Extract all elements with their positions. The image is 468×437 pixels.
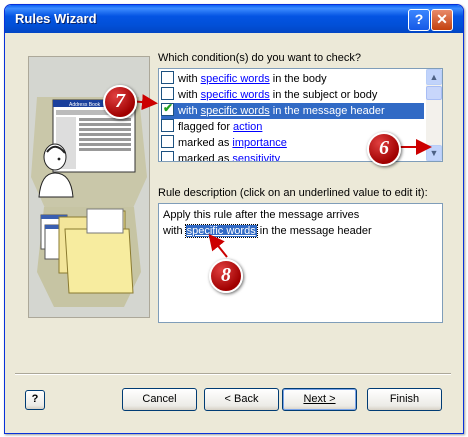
- condition-checkbox[interactable]: [161, 87, 174, 100]
- scroll-down-arrow-icon[interactable]: ▼: [426, 145, 442, 161]
- condition-row-selected[interactable]: ✔ with specific words in the message head…: [161, 101, 424, 119]
- condition-link[interactable]: sensitivity: [232, 153, 280, 161]
- condition-link[interactable]: action: [233, 121, 262, 133]
- window-title: Rules Wizard: [15, 11, 97, 26]
- condition-link[interactable]: importance: [232, 137, 286, 149]
- rule-description-box: Apply this rule after the message arrive…: [158, 203, 443, 323]
- condition-row[interactable]: with specific words in the subject or bo…: [161, 87, 424, 103]
- condition-row[interactable]: with specific words in the body: [161, 71, 424, 87]
- finish-button[interactable]: Finish: [367, 388, 442, 411]
- cancel-button[interactable]: Cancel: [122, 388, 197, 411]
- back-button[interactable]: < Back: [204, 388, 279, 411]
- condition-link[interactable]: specific words: [201, 73, 270, 85]
- condition-checkbox-checked[interactable]: ✔: [161, 101, 174, 116]
- title-help-button[interactable]: ?: [408, 9, 430, 31]
- description-link-selected[interactable]: specific words: [184, 224, 258, 238]
- condition-checkbox[interactable]: [161, 71, 174, 84]
- condition-checkbox[interactable]: [161, 119, 174, 132]
- scroll-thumb[interactable]: [426, 86, 442, 100]
- callout-badge-7: 7: [103, 85, 137, 119]
- callout-badge-8: 8: [209, 259, 243, 293]
- next-button[interactable]: Next >: [282, 388, 357, 411]
- condition-checkbox[interactable]: [161, 151, 174, 161]
- rules-wizard-dialog: Rules Wizard ? ✕ Address Book Which cond…: [4, 4, 464, 434]
- callout-badge-6: 6: [367, 132, 401, 166]
- footer-separator: [15, 373, 451, 375]
- description-line: Apply this rule after the message arrive…: [163, 209, 360, 221]
- scroll-up-arrow-icon[interactable]: ▲: [426, 69, 442, 85]
- close-button[interactable]: ✕: [431, 9, 453, 31]
- condition-link[interactable]: specific words: [201, 89, 270, 101]
- title-bar: Rules Wizard ? ✕: [5, 5, 463, 33]
- rule-description-label: Rule description (click on an underlined…: [158, 187, 428, 199]
- condition-link[interactable]: specific words: [201, 105, 270, 117]
- description-line: with specific words in the message heade…: [163, 224, 372, 238]
- illus-window-caption: Address Book: [69, 102, 101, 108]
- conditions-scrollbar[interactable]: ▲ ▼: [426, 69, 442, 161]
- checkmark-icon: ✔: [163, 101, 174, 115]
- condition-checkbox[interactable]: [161, 135, 174, 148]
- help-button[interactable]: ?: [25, 390, 45, 410]
- conditions-label: Which condition(s) do you want to check?: [158, 52, 361, 64]
